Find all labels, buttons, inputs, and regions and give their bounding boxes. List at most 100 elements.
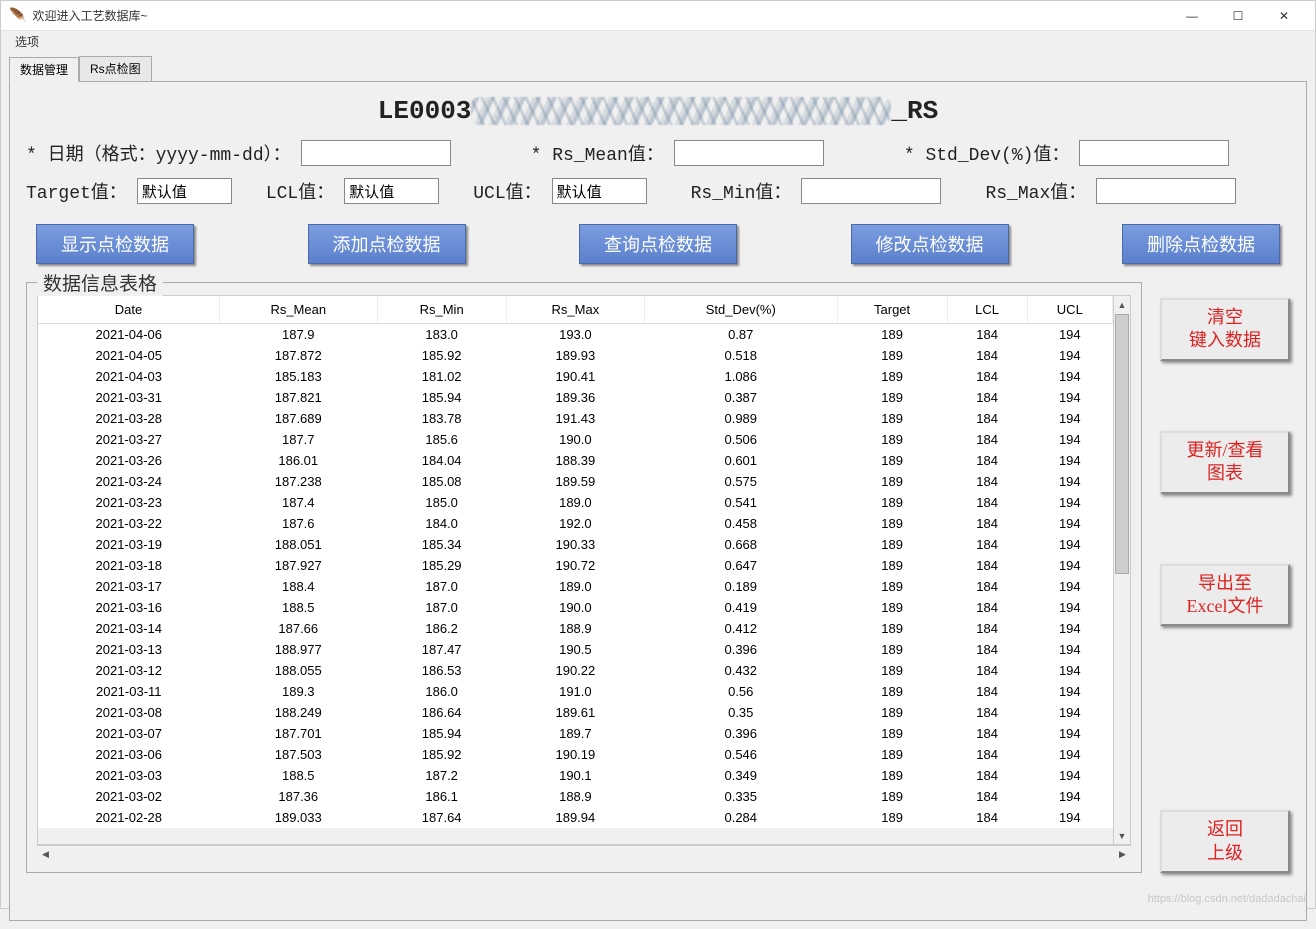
table-cell: 194 [1027, 681, 1112, 702]
table-row[interactable]: 2021-03-18187.927185.29190.720.647189184… [38, 555, 1113, 576]
table-cell: 194 [1027, 786, 1112, 807]
table-cell: 194 [1027, 765, 1112, 786]
table-cell: 2021-03-06 [38, 744, 220, 765]
table-cell: 184 [947, 723, 1027, 744]
delete-data-button[interactable]: 删除点检数据 [1122, 224, 1280, 264]
table-cell: 194 [1027, 555, 1112, 576]
column-header[interactable]: UCL [1027, 296, 1112, 324]
table-row[interactable]: 2021-03-08188.249186.64189.610.351891841… [38, 702, 1113, 723]
table-cell: 188.9 [506, 618, 644, 639]
clear-input-button[interactable]: 清空 键入数据 [1160, 298, 1290, 361]
table-cell: 188.977 [220, 639, 377, 660]
table-cell: 187.689 [220, 408, 377, 429]
table-row[interactable]: 2021-03-07187.701185.94189.70.3961891841… [38, 723, 1113, 744]
column-header[interactable]: LCL [947, 296, 1027, 324]
scroll-left-icon[interactable]: ◀ [37, 846, 54, 862]
table-row[interactable]: 2021-04-05187.872185.92189.930.518189184… [38, 345, 1113, 366]
horizontal-scrollbar[interactable]: ◀ ▶ [37, 845, 1131, 862]
table-row[interactable]: 2021-03-12188.055186.53190.220.432189184… [38, 660, 1113, 681]
table-row[interactable]: 2021-03-28187.689183.78191.430.989189184… [38, 408, 1113, 429]
modify-data-button[interactable]: 修改点检数据 [851, 224, 1009, 264]
table-cell: 0.396 [644, 723, 837, 744]
menu-options[interactable]: 选项 [9, 31, 45, 52]
table-cell: 187.66 [220, 618, 377, 639]
app-window: 🪶 欢迎进入工艺数据库~ — ☐ ✕ 选项 数据管理 Rs点检图 LE0003_… [0, 0, 1316, 909]
table-row[interactable]: 2021-03-31187.821185.94189.360.387189184… [38, 387, 1113, 408]
table-row[interactable]: 2021-03-27187.7185.6190.00.506189184194 [38, 429, 1113, 450]
rs-min-input[interactable] [801, 178, 941, 204]
table-row[interactable]: 2021-04-06187.9183.0193.00.87189184194 [38, 324, 1113, 346]
ucl-input[interactable] [552, 178, 647, 204]
table-cell: 194 [1027, 702, 1112, 723]
table-row[interactable]: 2021-03-16188.5187.0190.00.419189184194 [38, 597, 1113, 618]
table-cell: 189 [837, 660, 947, 681]
column-header[interactable]: Std_Dev(%) [644, 296, 837, 324]
maximize-button[interactable]: ☐ [1215, 1, 1261, 31]
scroll-right-icon[interactable]: ▶ [1114, 846, 1131, 862]
table-cell: 194 [1027, 513, 1112, 534]
export-excel-button[interactable]: 导出至 Excel文件 [1160, 564, 1290, 627]
show-data-button[interactable]: 显示点检数据 [36, 224, 194, 264]
close-button[interactable]: ✕ [1261, 1, 1307, 31]
column-header[interactable]: Target [837, 296, 947, 324]
std-dev-input[interactable] [1079, 140, 1229, 166]
scroll-thumb[interactable] [1115, 314, 1129, 574]
table-cell: 189 [837, 429, 947, 450]
date-input[interactable] [301, 140, 451, 166]
add-data-button[interactable]: 添加点检数据 [308, 224, 466, 264]
lcl-input[interactable] [344, 178, 439, 204]
minimize-button[interactable]: — [1169, 1, 1215, 31]
table-row[interactable]: 2021-03-11189.3186.0191.00.56189184194 [38, 681, 1113, 702]
table-cell: 194 [1027, 807, 1112, 828]
table-cell: 189 [837, 597, 947, 618]
table-cell: 194 [1027, 366, 1112, 387]
table-row[interactable]: 2021-03-24187.238185.08189.590.575189184… [38, 471, 1113, 492]
table-cell: 185.94 [377, 723, 506, 744]
table-cell: 189.94 [506, 807, 644, 828]
scroll-down-icon[interactable]: ▼ [1114, 827, 1130, 844]
table-row[interactable]: 2021-03-14187.66186.2188.90.412189184194 [38, 618, 1113, 639]
table-cell: 188.39 [506, 450, 644, 471]
table-cell: 186.2 [377, 618, 506, 639]
table-row[interactable]: 2021-03-26186.01184.04188.390.6011891841… [38, 450, 1113, 471]
tab-data-mgmt[interactable]: 数据管理 [9, 57, 79, 82]
refresh-chart-button[interactable]: 更新/查看 图表 [1160, 431, 1290, 494]
table-cell: 186.1 [377, 786, 506, 807]
table-cell: 2021-02-28 [38, 807, 220, 828]
target-input[interactable] [137, 178, 232, 204]
table-cell: 189.033 [220, 807, 377, 828]
table-row[interactable]: 2021-03-02187.36186.1188.90.335189184194 [38, 786, 1113, 807]
rs-max-input[interactable] [1096, 178, 1236, 204]
column-header[interactable]: Rs_Max [506, 296, 644, 324]
table-cell: 189.59 [506, 471, 644, 492]
table-cell: 194 [1027, 639, 1112, 660]
table-cell: 190.19 [506, 744, 644, 765]
tab-rs-chart[interactable]: Rs点检图 [79, 56, 152, 81]
rs-mean-input[interactable] [674, 140, 824, 166]
query-data-button[interactable]: 查询点检数据 [579, 224, 737, 264]
column-header[interactable]: Rs_Min [377, 296, 506, 324]
table-row[interactable]: 2021-03-19188.051185.34190.330.668189184… [38, 534, 1113, 555]
table-cell: 2021-03-23 [38, 492, 220, 513]
scroll-up-icon[interactable]: ▲ [1114, 296, 1130, 313]
table-cell: 187.503 [220, 744, 377, 765]
table-row[interactable]: 2021-03-17188.4187.0189.00.189189184194 [38, 576, 1113, 597]
table-cell: 189.61 [506, 702, 644, 723]
table-cell: 188.9 [506, 786, 644, 807]
table-cell: 194 [1027, 597, 1112, 618]
table-cell: 185.34 [377, 534, 506, 555]
table-row[interactable]: 2021-04-03185.183181.02190.411.086189184… [38, 366, 1113, 387]
table-row[interactable]: 2021-03-23187.4185.0189.00.541189184194 [38, 492, 1113, 513]
table-row[interactable]: 2021-03-06187.503185.92190.190.546189184… [38, 744, 1113, 765]
table-cell: 185.94 [377, 387, 506, 408]
column-header[interactable]: Rs_Mean [220, 296, 377, 324]
table-row[interactable]: 2021-02-28189.033187.64189.940.284189184… [38, 807, 1113, 828]
back-button[interactable]: 返回 上级 [1160, 810, 1290, 873]
vertical-scrollbar[interactable]: ▲ ▼ [1113, 296, 1130, 844]
table-cell: 0.458 [644, 513, 837, 534]
table-row[interactable]: 2021-03-03188.5187.2190.10.349189184194 [38, 765, 1113, 786]
table-cell: 184 [947, 786, 1027, 807]
table-row[interactable]: 2021-03-13188.977187.47190.50.3961891841… [38, 639, 1113, 660]
table-row[interactable]: 2021-03-22187.6184.0192.00.458189184194 [38, 513, 1113, 534]
column-header[interactable]: Date [38, 296, 220, 324]
